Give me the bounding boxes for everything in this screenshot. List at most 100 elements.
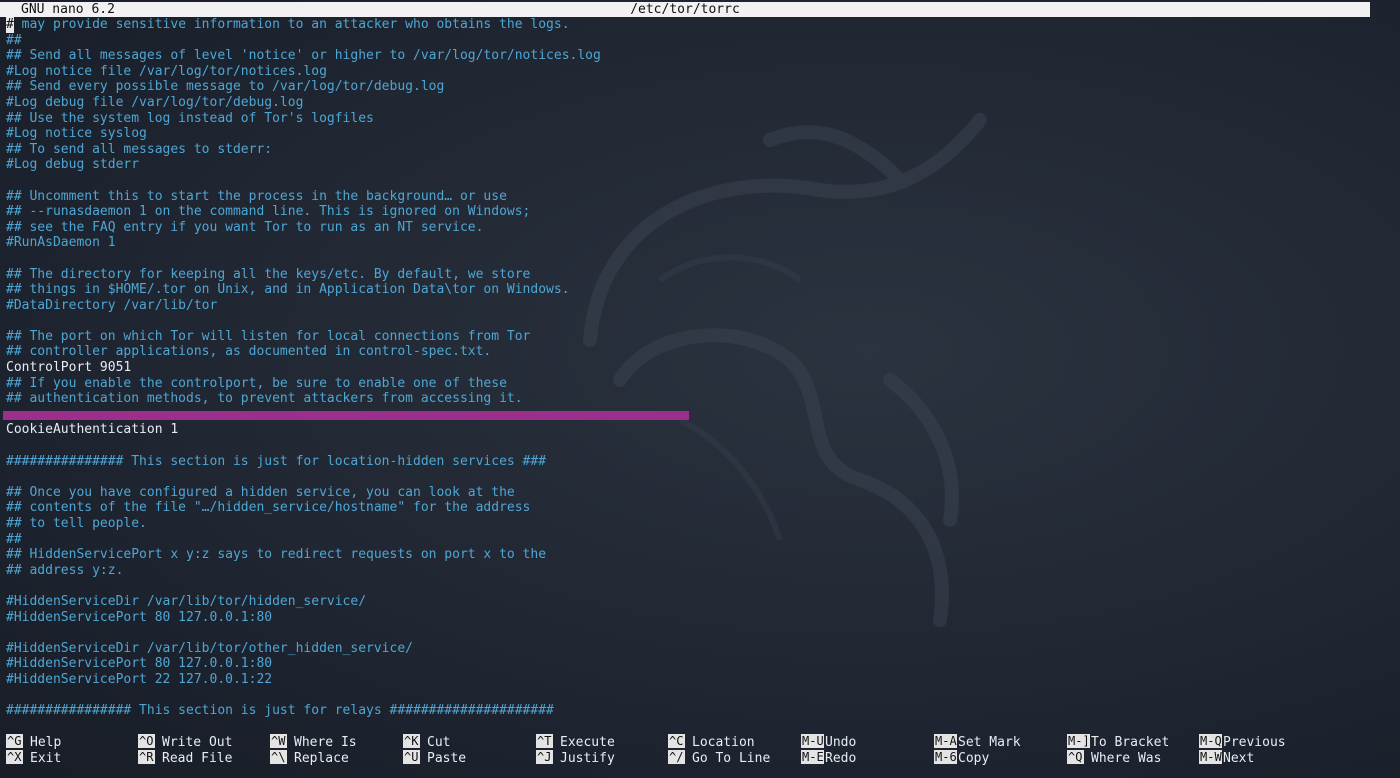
terminal-window: GNU nano 6.2 /etc/tor/torrc # may provid… <box>0 0 1400 778</box>
shortcut-redo[interactable]: M-ERedo <box>801 750 856 766</box>
shortcut-cut[interactable]: ^K Cut <box>403 734 450 750</box>
shortcut-label: Where Was <box>1091 751 1162 766</box>
editor-line[interactable] <box>6 173 1386 189</box>
shortcut-undo[interactable]: M-UUndo <box>801 734 856 750</box>
shortcut-location[interactable]: ^C Location <box>668 734 755 750</box>
shortcut-exit[interactable]: ^X Exit <box>6 750 61 766</box>
editor-line[interactable]: #HiddenServiceDir /var/lib/tor/hidden_se… <box>6 594 1386 610</box>
shortcut-key: ^W <box>270 734 287 748</box>
shortcut-key: ^T <box>536 734 553 748</box>
shortcut-where-was[interactable]: ^Q Where Was <box>1067 750 1161 766</box>
shortcut-label: Paste <box>427 751 467 766</box>
shortcut-key: ^R <box>138 750 155 764</box>
editor-line[interactable]: #HiddenServicePort 80 127.0.0.1:80 <box>6 656 1386 672</box>
editor-line[interactable]: #Log debug file /var/log/tor/debug.log <box>6 95 1386 111</box>
editor-line[interactable]: ## address y:z. <box>6 563 1386 579</box>
editor-line[interactable]: #Log notice syslog <box>6 126 1386 142</box>
editor-line[interactable] <box>6 688 1386 704</box>
shortcut-paste[interactable]: ^U Paste <box>403 750 466 766</box>
editor-line[interactable]: ## contents of the file "…/hidden_servic… <box>6 500 1386 516</box>
shortcut-label: Location <box>692 735 755 750</box>
shortcut-label: Exit <box>30 751 62 766</box>
shortcut-label: To Bracket <box>1091 735 1170 750</box>
editor-line[interactable]: ############### This section is just for… <box>6 454 1386 470</box>
shortcut-read-file[interactable]: ^R Read File <box>138 750 232 766</box>
editor-line[interactable]: CookieAuthentication 1 <box>6 422 1386 438</box>
shortcut-label: Help <box>30 735 62 750</box>
shortcut-key: M-U <box>801 734 824 748</box>
editor-buffer[interactable]: # may provide sensitive information to a… <box>3 17 1386 719</box>
editor-line[interactable]: ################ This section is just fo… <box>6 703 1386 719</box>
editor-line[interactable] <box>6 469 1386 485</box>
shortcut-key: ^O <box>138 734 155 748</box>
shortcut-to-bracket[interactable]: M-]To Bracket <box>1067 734 1169 750</box>
editor-line[interactable]: ## <box>6 33 1386 49</box>
shortcut-label: Write Out <box>162 735 233 750</box>
shortcut-write-out[interactable]: ^O Write Out <box>138 734 232 750</box>
shortcut-replace[interactable]: ^\ Replace <box>270 750 349 766</box>
editor-line[interactable]: ## The port on which Tor will listen for… <box>6 329 1386 345</box>
editor-line[interactable]: #DataDirectory /var/lib/tor <box>6 298 1386 314</box>
shortcut-key: ^X <box>6 750 23 764</box>
shortcut-key: ^/ <box>668 750 685 764</box>
text-cursor: # <box>6 17 14 33</box>
title-bar: GNU nano 6.2 /etc/tor/torrc <box>0 2 1370 17</box>
editor-line[interactable]: ## --runasdaemon 1 on the command line. … <box>6 204 1386 220</box>
editor-line[interactable]: ControlPort 9051 <box>6 360 1386 376</box>
editor-line[interactable]: ## Use the system log instead of Tor's l… <box>6 111 1386 127</box>
selection-highlight <box>3 410 689 420</box>
editor-line[interactable]: #HiddenServiceDir /var/lib/tor/other_hid… <box>6 641 1386 657</box>
editor-line[interactable]: ## things in $HOME/.tor on Unix, and in … <box>6 282 1386 298</box>
editor-line[interactable]: #HiddenServicePort 80 127.0.0.1:80 <box>6 610 1386 626</box>
file-path: /etc/tor/torrc <box>630 2 740 17</box>
editor-line[interactable]: ## see the FAQ entry if you want Tor to … <box>6 220 1386 236</box>
shortcut-key: M-W <box>1199 750 1222 764</box>
shortcut-key: ^K <box>403 734 420 748</box>
editor-line[interactable]: ## To send all messages to stderr: <box>6 142 1386 158</box>
editor-line[interactable]: ## to tell people. <box>6 516 1386 532</box>
shortcut-key: ^J <box>536 750 553 764</box>
editor-line[interactable] <box>6 625 1386 641</box>
editor-line[interactable]: ## HiddenServicePort x y:z says to redir… <box>6 547 1386 563</box>
editor-line[interactable] <box>3 407 1386 423</box>
editor-line[interactable]: ## Send every possible message to /var/l… <box>6 79 1386 95</box>
editor-line[interactable] <box>6 578 1386 594</box>
editor-line-text: may provide sensitive information to an … <box>13 17 570 32</box>
shortcut-key: M-A <box>934 734 957 748</box>
editor-line[interactable]: ## The directory for keeping all the key… <box>6 267 1386 283</box>
shortcut-label: Go To Line <box>692 751 771 766</box>
editor-line[interactable]: #RunAsDaemon 1 <box>6 235 1386 251</box>
editor-line[interactable]: # may provide sensitive information to a… <box>6 17 1386 33</box>
editor-line[interactable]: ## If you enable the controlport, be sur… <box>6 376 1386 392</box>
shortcut-set-mark[interactable]: M-ASet Mark <box>934 734 1021 750</box>
shortcut-where-is[interactable]: ^W Where Is <box>270 734 357 750</box>
editor-line[interactable] <box>6 251 1386 267</box>
shortcut-label: Justify <box>560 751 615 766</box>
shortcut-label: Undo <box>825 735 857 750</box>
editor-line[interactable]: ## Uncomment this to start the process i… <box>6 189 1386 205</box>
shortcut-label: Redo <box>825 751 857 766</box>
shortcut-justify[interactable]: ^J Justify <box>536 750 615 766</box>
shortcut-label: Copy <box>958 751 990 766</box>
shortcut-label: Execute <box>560 735 615 750</box>
editor-line[interactable] <box>6 438 1386 454</box>
shortcut-label: Set Mark <box>958 735 1021 750</box>
shortcut-go-to-line[interactable]: ^/ Go To Line <box>668 750 770 766</box>
editor-line[interactable]: #HiddenServicePort 22 127.0.0.1:22 <box>6 672 1386 688</box>
shortcut-next[interactable]: M-WNext <box>1199 750 1254 766</box>
editor-line[interactable] <box>6 313 1386 329</box>
editor-line[interactable]: ## <box>6 532 1386 548</box>
shortcut-label: Replace <box>294 751 349 766</box>
editor-line[interactable]: #Log notice file /var/log/tor/notices.lo… <box>6 64 1386 80</box>
editor-line[interactable]: #Log debug stderr <box>6 157 1386 173</box>
editor-line[interactable]: ## controller applications, as documente… <box>6 344 1386 360</box>
shortcut-key: ^G <box>6 734 23 748</box>
editor-line[interactable]: ## Once you have configured a hidden ser… <box>6 485 1386 501</box>
shortcut-copy[interactable]: M-6Copy <box>934 750 989 766</box>
shortcut-previous[interactable]: M-QPrevious <box>1199 734 1286 750</box>
editor-line[interactable]: ## authentication methods, to prevent at… <box>6 391 1386 407</box>
shortcut-help[interactable]: ^G Help <box>6 734 61 750</box>
editor-line[interactable]: ## Send all messages of level 'notice' o… <box>6 48 1386 64</box>
shortcut-label: Where Is <box>294 735 357 750</box>
shortcut-execute[interactable]: ^T Execute <box>536 734 615 750</box>
